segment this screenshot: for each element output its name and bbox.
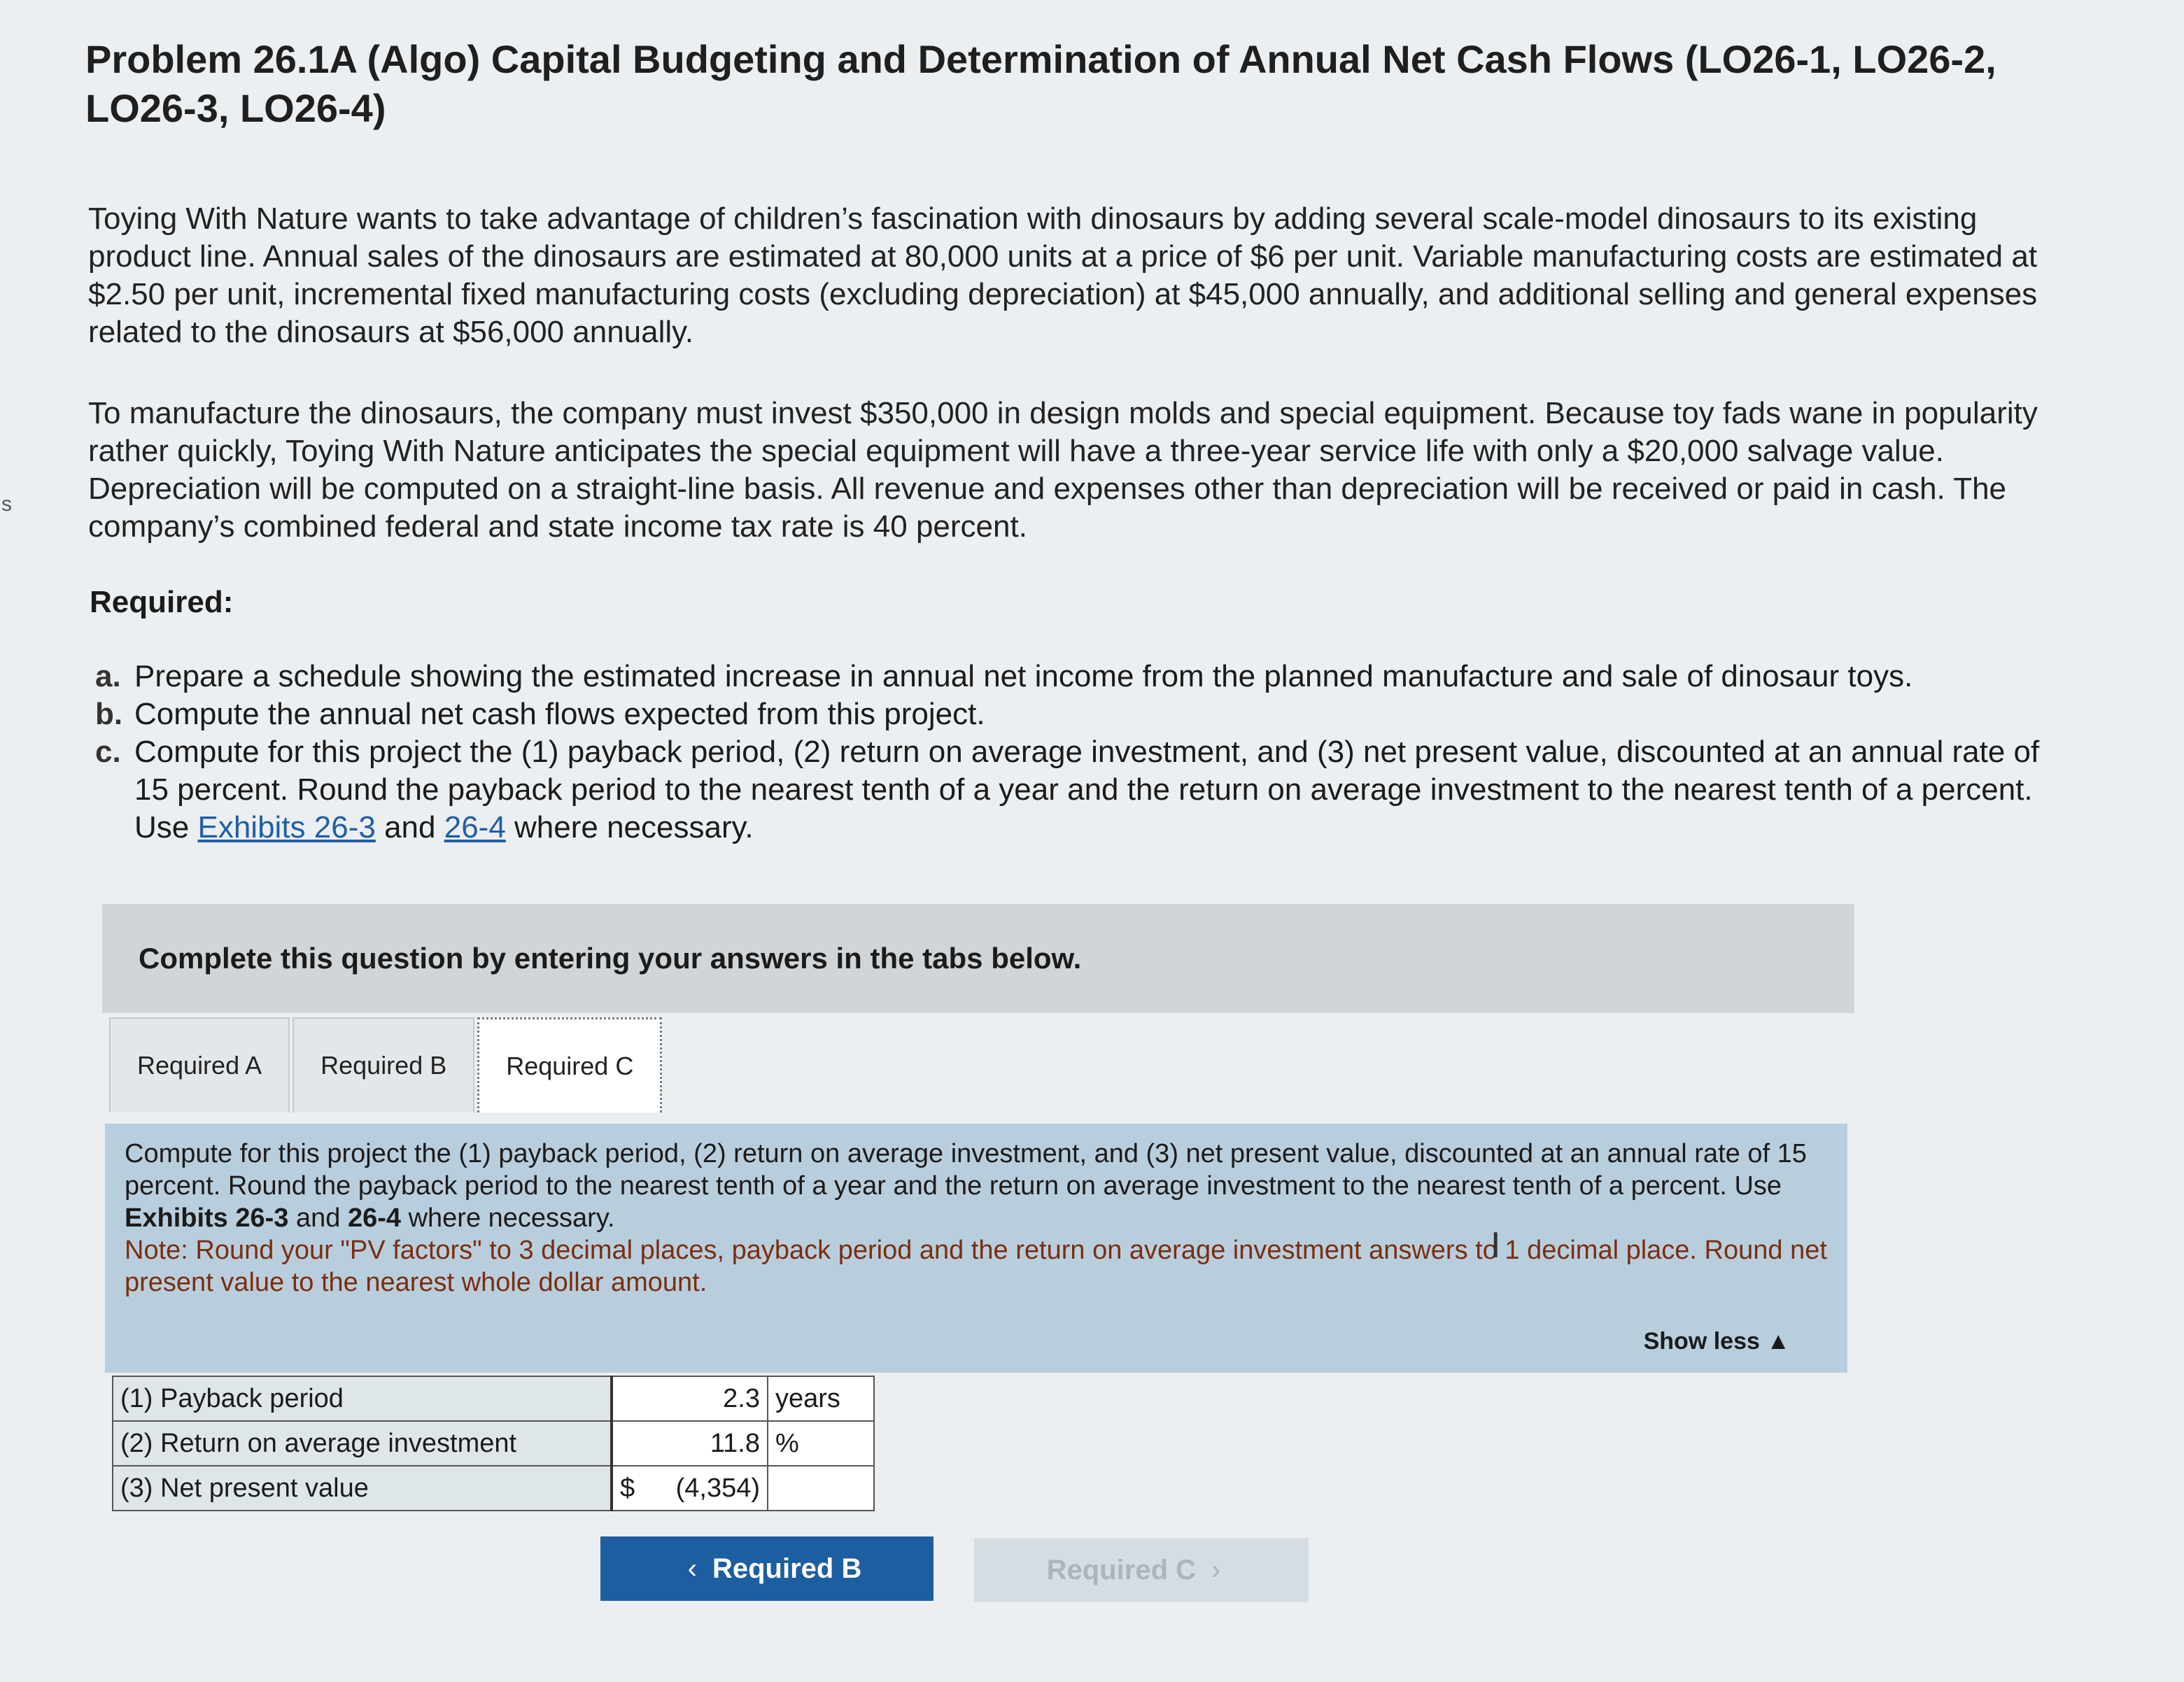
list-item: c. Compute for this project the (1) payb… [95,733,2048,847]
problem-paragraph-1: Toying With Nature wants to take advanta… [88,202,2038,349]
req-c-tail: where necessary. [505,810,754,844]
tab-required-b[interactable]: Required B [293,1017,475,1112]
problem-paragraph-2: To manufacture the dinosaurs, the compan… [88,396,2038,544]
requirements-list: a. Prepare a schedule showing the estima… [95,658,2048,847]
instruction-text: Complete this question by entering your … [139,942,1082,975]
tab-required-c[interactable]: Required C [477,1017,663,1112]
list-item-text: Prepare a schedule showing the estimated… [134,659,1913,693]
list-item-text: Compute for this project the (1) payback… [134,733,2048,847]
table-row: (3) Net present value $ (4,354) [112,1465,875,1511]
panel-text: Compute for this project the (1) payback… [125,1139,1807,1201]
panel-exhibit-1: Exhibits 26-3 [125,1203,289,1233]
edge-glyph: s [1,493,12,516]
required-heading: Required: [90,585,234,619]
list-item-letter: a. [95,659,121,693]
panel-exhibit-2: 26-4 [347,1203,402,1233]
answer-unit: years [767,1376,875,1422]
list-item-letter: c. [95,735,121,769]
return-on-average-investment-input[interactable]: 11.8 [610,1420,768,1467]
answer-unit [767,1465,875,1511]
exhibit-26-4-link[interactable]: 26-4 [444,810,506,844]
previous-required-b-button[interactable]: ‹ Required B [600,1536,934,1601]
tab-bar: Required A Required B Required C [109,1017,665,1115]
answer-label: (3) Net present value [112,1465,612,1511]
list-item: b. Compute the annual net cash flows exp… [95,695,2048,733]
page-title: Problem 26.1A (Algo) Capital Budgeting a… [85,37,1996,130]
tab-required-a[interactable]: Required A [109,1017,290,1112]
panel-note: Note: Round your "PV factors" to 3 decim… [125,1236,1827,1297]
prev-button-label: Required B [712,1553,862,1584]
payback-period-input[interactable]: 2.3 [610,1376,768,1422]
list-item-letter: b. [95,697,123,731]
answer-label: (1) Payback period [112,1376,612,1422]
net-present-value-input[interactable]: $ (4,354) [610,1465,768,1511]
table-row: (1) Payback period 2.3 years [112,1376,875,1422]
tab-panel-required-c: Compute for this project the (1) payback… [105,1124,1847,1373]
text-cursor-icon: I [1491,1225,1501,1266]
instruction-bar: Complete this question by entering your … [102,904,1854,1013]
panel-and: and [288,1203,348,1233]
req-c-and: and [375,810,444,844]
npv-value: (4,354) [675,1473,760,1503]
currency-symbol: $ [620,1473,635,1503]
answer-unit: % [767,1420,875,1467]
panel-instructions: Compute for this project the (1) payback… [125,1138,1828,1234]
exhibit-26-3-link[interactable]: Exhibits 26-3 [197,810,375,844]
panel-text-tail: where necessary. [401,1203,615,1233]
table-row: (2) Return on average investment 11.8 % [112,1420,875,1467]
next-button-label: Required C [1046,1554,1197,1585]
chevron-right-icon: › [1211,1554,1221,1585]
show-less-link[interactable]: Show less ▲ [1644,1325,1790,1357]
list-item: a. Prepare a schedule showing the estima… [95,658,2048,695]
answer-label: (2) Return on average investment [112,1420,612,1467]
list-item-text: Compute the annual net cash flows expect… [134,697,985,731]
answer-table: (1) Payback period 2.3 years (2) Return … [112,1376,875,1511]
next-required-c-button[interactable]: Required C › [974,1538,1309,1602]
chevron-left-icon: ‹ [687,1553,697,1584]
